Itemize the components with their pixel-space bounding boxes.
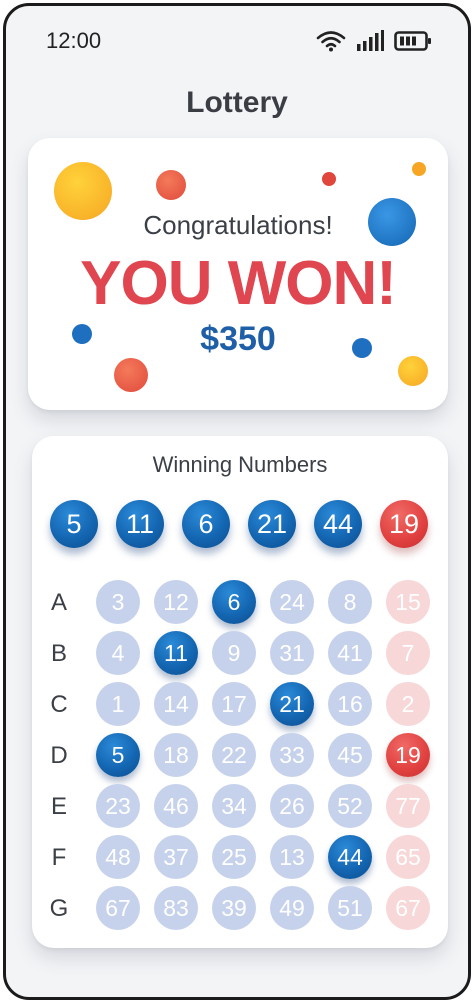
number-cell: 67 <box>96 886 140 930</box>
phone-frame: 12:00 Lottery Congratulations! YOU WON! … <box>3 3 471 1000</box>
row-label: D <box>50 742 68 769</box>
row-label: F <box>51 844 67 871</box>
number-cell: 3 <box>96 580 140 624</box>
prize-amount: $350 <box>200 320 276 358</box>
number-cell: 22 <box>212 733 256 777</box>
number-cell: 49 <box>270 886 314 930</box>
confetti-dot <box>322 172 336 186</box>
number-cell: 24 <box>270 580 314 624</box>
number-cell: 52 <box>328 784 372 828</box>
row-label: C <box>50 691 68 718</box>
row-label: G <box>49 895 69 922</box>
winning-ball: 5 <box>50 500 98 548</box>
number-cell: 7 <box>386 631 430 675</box>
matched-number-cell: 44 <box>328 835 372 879</box>
congrats-text: Congratulations! <box>143 210 333 240</box>
number-cell: 31 <box>270 631 314 675</box>
winning-ball: 44 <box>314 500 362 548</box>
winning-numbers-card: Winning Numbers 5 11 6 21 44 19 A 3 12 6 24 8 15 B 4 1… <box>32 436 448 948</box>
number-cell: 51 <box>328 886 372 930</box>
number-cell: 77 <box>386 784 430 828</box>
confetti-dot <box>412 162 426 176</box>
page-title: Lottery <box>186 86 288 119</box>
row-label: E <box>50 793 67 820</box>
confetti-dot <box>114 358 148 392</box>
number-cell: 25 <box>212 835 256 879</box>
matched-number-cell: 6 <box>212 580 256 624</box>
number-cell: 18 <box>154 733 198 777</box>
number-cell: 23 <box>96 784 140 828</box>
signal-icon <box>356 30 384 57</box>
matched-number-cell: 11 <box>154 631 198 675</box>
winning-ball: 19 <box>380 500 428 548</box>
row-label: A <box>50 589 67 616</box>
number-cell: 41 <box>328 631 372 675</box>
number-cell: 48 <box>96 835 140 879</box>
number-cell: 37 <box>154 835 198 879</box>
matched-number-cell: 19 <box>386 733 430 777</box>
wifi-icon <box>316 30 346 57</box>
number-cell: 9 <box>212 631 256 675</box>
status-time: 12:00 <box>46 28 102 53</box>
number-cell: 67 <box>386 886 430 930</box>
confetti-dot <box>156 170 186 200</box>
number-cell: 2 <box>386 682 430 726</box>
winning-ball: 11 <box>116 500 164 548</box>
matched-number-cell: 5 <box>96 733 140 777</box>
status-icons <box>316 30 432 57</box>
you-won-headline: YOU WON! <box>80 249 397 318</box>
number-cell: 13 <box>270 835 314 879</box>
number-cell: 65 <box>386 835 430 879</box>
winning-ball: 6 <box>182 500 230 548</box>
number-cell: 33 <box>270 733 314 777</box>
number-cell: 15 <box>386 580 430 624</box>
matched-number-cell: 21 <box>270 682 314 726</box>
number-cell: 45 <box>328 733 372 777</box>
win-result-card: Congratulations! YOU WON! $350 <box>28 138 448 410</box>
number-cell: 1 <box>96 682 140 726</box>
number-cell: 34 <box>212 784 256 828</box>
number-cell: 26 <box>270 784 314 828</box>
status-bar: 12:00 <box>6 6 468 76</box>
number-cell: 17 <box>212 682 256 726</box>
number-cell: 8 <box>328 580 372 624</box>
number-cell: 14 <box>154 682 198 726</box>
number-cell: 83 <box>154 886 198 930</box>
number-cell: 12 <box>154 580 198 624</box>
number-cell: 4 <box>96 631 140 675</box>
number-cell: 16 <box>328 682 372 726</box>
battery-icon <box>394 30 432 57</box>
confetti-dot <box>398 356 428 386</box>
winning-numbers-title: Winning Numbers <box>152 452 328 477</box>
row-label: B <box>50 640 67 667</box>
winning-ball: 21 <box>248 500 296 548</box>
number-cell: 46 <box>154 784 198 828</box>
number-cell: 39 <box>212 886 256 930</box>
